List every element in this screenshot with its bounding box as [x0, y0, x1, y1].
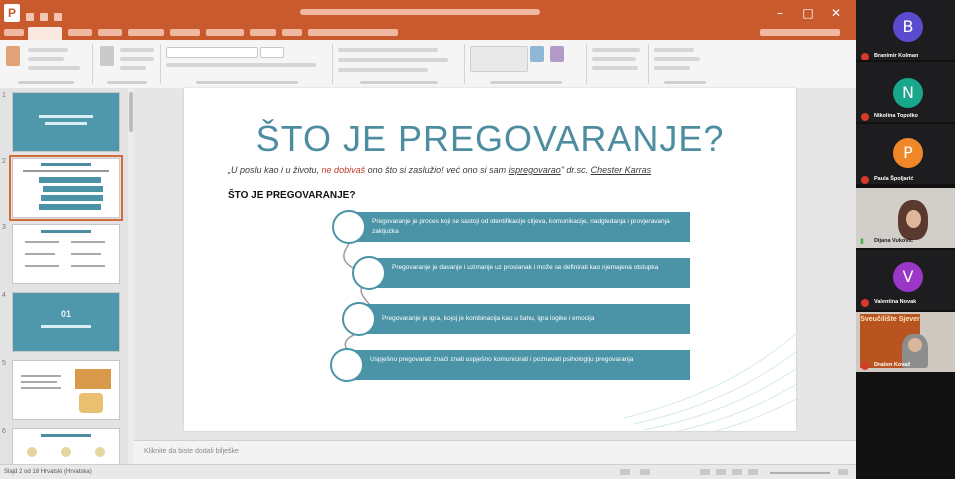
- notes-toggle-icon[interactable]: [620, 469, 630, 475]
- slide-title: ŠTO JE PREGOVARANJE?: [255, 118, 725, 159]
- close-icon[interactable]: ✕: [826, 4, 846, 22]
- participant-tile[interactable]: V Valentina Novak: [856, 250, 955, 310]
- muted-mic-icon: [861, 362, 869, 370]
- list-bullet-circle: [352, 256, 386, 290]
- font-group: [162, 44, 333, 84]
- slide-thumbnail[interactable]: [12, 224, 120, 284]
- ribbon-tabs: [0, 26, 856, 40]
- powerpoint-window: P – □ ✕ 1 2 3 4 01 5 6 ŠTO JE PREGOVARAN…: [0, 0, 856, 479]
- participant-video: [898, 200, 928, 240]
- avatar: P: [893, 138, 923, 168]
- tell-me-search[interactable]: [308, 29, 398, 36]
- zoom-slider[interactable]: [770, 472, 830, 474]
- reading-view-icon[interactable]: [732, 469, 742, 475]
- slide-thumbnail[interactable]: [12, 92, 120, 152]
- redo-icon[interactable]: [54, 13, 62, 21]
- drawing-group: [466, 44, 587, 84]
- share-button[interactable]: [760, 29, 840, 36]
- participant-video-tile[interactable]: ▮ Dijana Vuković: [856, 188, 955, 248]
- tab-home[interactable]: [28, 27, 62, 40]
- list-item[interactable]: Pregovaranje je igra, kojoj je kombinaci…: [360, 304, 690, 334]
- slides-group: [94, 44, 161, 84]
- arrange-icon[interactable]: [530, 46, 544, 62]
- tab-animations[interactable]: [170, 29, 200, 36]
- list-bullet-circle: [342, 302, 376, 336]
- new-slide-icon[interactable]: [100, 46, 114, 66]
- maximize-icon[interactable]: □: [798, 4, 818, 22]
- paragraph-group: [334, 44, 465, 84]
- window-controls: – □ ✕: [770, 4, 850, 22]
- avatar: N: [893, 78, 923, 108]
- undo-icon[interactable]: [40, 13, 48, 21]
- slide-thumbnail[interactable]: [12, 428, 120, 464]
- participant-video-tile[interactable]: Sveučilište Sjever Dražen Kovač: [856, 312, 955, 372]
- quick-styles-icon[interactable]: [550, 46, 564, 62]
- tab-view[interactable]: [282, 29, 302, 36]
- tab-design[interactable]: [98, 29, 122, 36]
- slide-quote: „U poslu kao i u životu, ne dobivaš ono …: [228, 165, 652, 175]
- tab-transitions[interactable]: [128, 29, 164, 36]
- list-bullet-circle: [332, 210, 366, 244]
- tab-file[interactable]: [4, 29, 24, 36]
- muted-mic-icon: [861, 53, 869, 60]
- current-slide[interactable]: ŠTO JE PREGOVARANJE? „U poslu kao i u ži…: [184, 88, 796, 431]
- slide-sorter-icon[interactable]: [716, 469, 726, 475]
- shapes-gallery[interactable]: [470, 46, 528, 72]
- slide-thumbnail-selected[interactable]: [9, 155, 123, 221]
- clipboard-group: [0, 44, 93, 84]
- tab-slideshow[interactable]: [206, 29, 244, 36]
- status-bar: Slajd 2 od 18 Hrvatski (Hrvatska): [0, 464, 856, 479]
- participant-tile[interactable]: P Paula Špoljarić: [856, 124, 955, 184]
- font-size-select[interactable]: [260, 47, 284, 58]
- tab-review[interactable]: [250, 29, 276, 36]
- notes-pane[interactable]: Kliknite da biste dodali bilješke: [134, 440, 856, 465]
- slide-subtitle: ŠTO JE PREGOVARANJE?: [228, 190, 356, 201]
- avatar: B: [893, 12, 923, 42]
- muted-mic-icon: [861, 299, 869, 307]
- avatar: V: [893, 262, 923, 292]
- ribbon: [0, 40, 856, 89]
- slideshow-view-icon[interactable]: [748, 469, 758, 475]
- participant-tile[interactable]: B Branimir Kolman: [856, 0, 955, 60]
- fit-to-window-icon[interactable]: [838, 469, 848, 475]
- quick-access-toolbar: [26, 8, 86, 21]
- paste-icon[interactable]: [6, 46, 20, 66]
- tab-insert[interactable]: [68, 29, 92, 36]
- slide-canvas: ŠTO JE PREGOVARANJE? „U poslu kao i u ži…: [134, 88, 856, 440]
- list-bullet-circle: [330, 348, 364, 382]
- participants-panel: B Branimir Kolman N Nikolina Topolko P P…: [856, 0, 955, 479]
- editing-group: [650, 44, 720, 84]
- mic-on-icon: ▮: [860, 238, 864, 245]
- muted-mic-icon: [861, 176, 869, 184]
- normal-view-icon[interactable]: [700, 469, 710, 475]
- participant-tile[interactable]: N Nikolina Topolko: [856, 62, 955, 122]
- list-item[interactable]: Pregovaranje je davanje i uzimanje uz pr…: [370, 258, 690, 288]
- powerpoint-logo-icon: P: [4, 4, 20, 22]
- font-family-select[interactable]: [166, 47, 258, 58]
- muted-mic-icon: [861, 113, 869, 121]
- save-icon[interactable]: [26, 13, 34, 21]
- slides-panel: 1 2 3 4 01 5 6: [0, 88, 129, 464]
- list-item[interactable]: Pregovaranje je proces koji se sastoji o…: [350, 212, 690, 242]
- slide-thumbnail[interactable]: [12, 360, 120, 420]
- shape-format-group: [588, 44, 649, 84]
- window-title: [300, 9, 540, 15]
- minimize-icon[interactable]: –: [770, 4, 790, 22]
- slide-thumbnail[interactable]: 01: [12, 292, 120, 352]
- list-item[interactable]: Uspješno pregovarati znači znati uspješn…: [348, 350, 690, 380]
- title-bar: P – □ ✕: [0, 0, 856, 26]
- comments-toggle-icon[interactable]: [640, 469, 650, 475]
